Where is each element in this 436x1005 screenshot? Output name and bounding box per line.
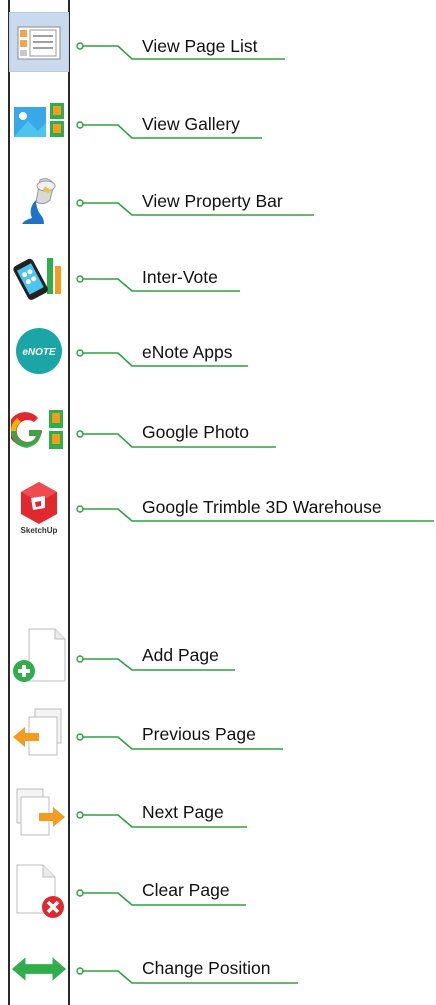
view-gallery-button[interactable]	[10, 92, 68, 150]
view-page-list-button[interactable]	[9, 12, 69, 72]
page-list-icon	[17, 26, 61, 60]
next-page-button[interactable]	[10, 784, 68, 842]
view-property-bar-button[interactable]	[10, 172, 68, 230]
toolbar-right-border	[68, 0, 70, 1005]
change-position-button[interactable]	[10, 940, 68, 998]
label-view-property-bar: View Property Bar	[142, 191, 283, 211]
label-next-page: Next Page	[142, 802, 224, 822]
label-inter-vote: Inter-Vote	[142, 267, 218, 287]
add-page-icon	[13, 628, 66, 682]
google-photo-button[interactable]	[10, 402, 68, 460]
previous-page-icon	[13, 708, 62, 756]
previous-page-button[interactable]	[10, 704, 68, 762]
enote-apps-button[interactable]: eNOTE	[10, 322, 68, 380]
inter-vote-button[interactable]	[10, 248, 68, 306]
clear-page-icon	[16, 864, 64, 918]
label-previous-page: Previous Page	[142, 724, 256, 744]
google-photo-icon	[11, 410, 63, 449]
enote-logo-icon: eNOTE	[16, 328, 62, 374]
label-google-photo: Google Photo	[142, 422, 250, 442]
label-change-position: Change Position	[142, 958, 271, 978]
phone-vote-icon	[13, 258, 61, 300]
label-view-gallery: View Gallery	[142, 114, 240, 134]
google-trimble-3d-warehouse-button[interactable]: SketchUp	[10, 478, 68, 536]
next-page-icon	[16, 788, 65, 836]
label-add-page: Add Page	[142, 645, 219, 665]
paint-bucket-icon	[22, 178, 56, 224]
change-position-icon	[11, 957, 67, 981]
sketchup-icon: SketchUp	[21, 482, 58, 535]
clear-page-button[interactable]	[10, 862, 68, 920]
label-google-trimble-3d-warehouse: Google Trimble 3D Warehouse	[142, 497, 382, 517]
add-page-button[interactable]	[10, 626, 68, 684]
gallery-icon	[14, 103, 64, 137]
svg-text:SketchUp: SketchUp	[21, 526, 58, 535]
svg-text:eNOTE: eNOTE	[22, 347, 56, 358]
label-enote-apps: eNote Apps	[142, 342, 233, 362]
label-view-page-list: View Page List	[142, 36, 258, 56]
label-clear-page: Clear Page	[142, 880, 230, 900]
